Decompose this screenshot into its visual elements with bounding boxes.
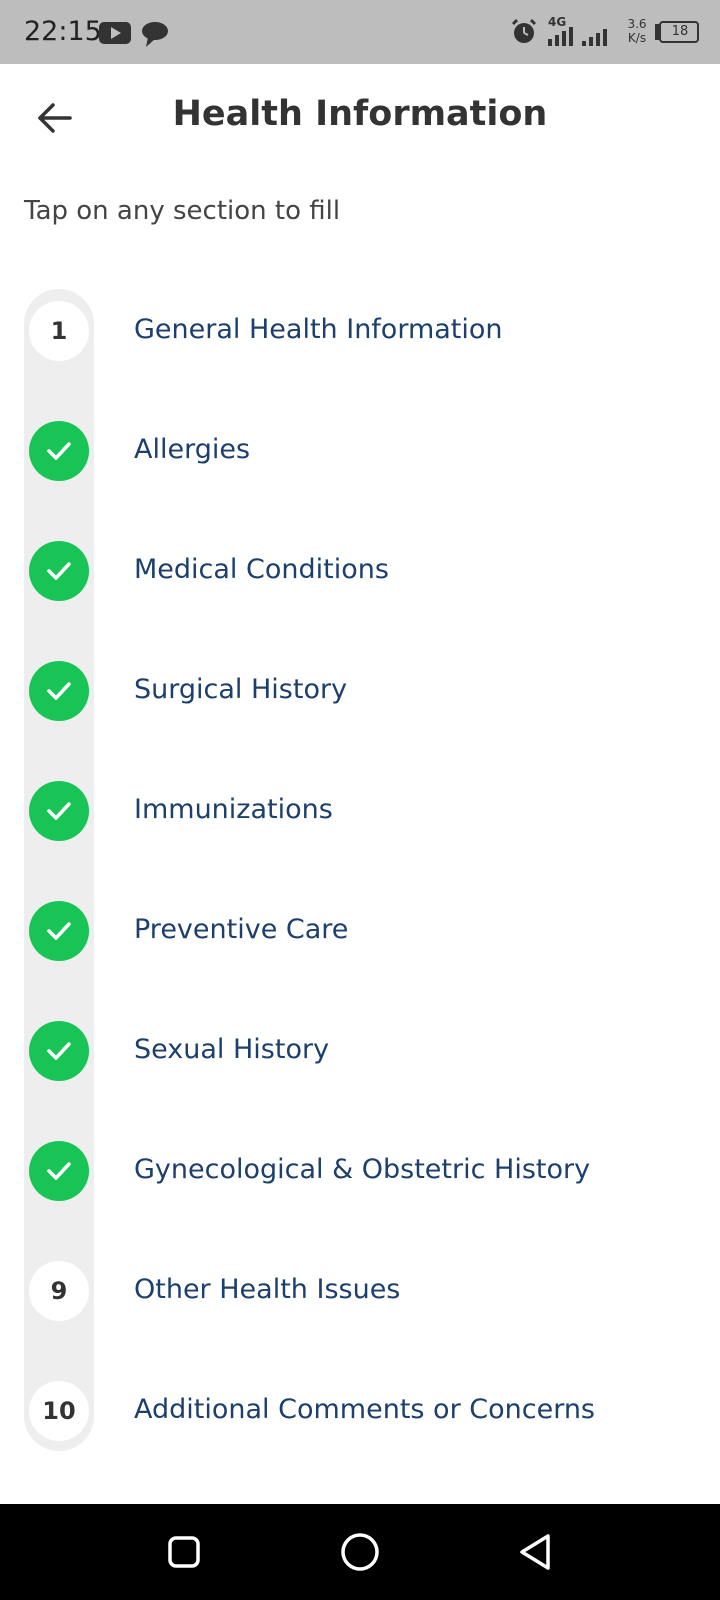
checkmark-icon — [47, 682, 71, 700]
completed-check-marker — [29, 541, 89, 601]
status-bar: 22:15 4G 3.6 K/s 18 — [0, 0, 720, 64]
completed-check-marker — [29, 901, 89, 961]
checkmark-icon — [47, 1162, 71, 1180]
home-circle-icon[interactable] — [338, 1530, 382, 1574]
section-label: Sexual History — [134, 1034, 330, 1065]
section-item-medical-conditions[interactable]: Medical Conditions — [0, 516, 720, 626]
step-number: 10 — [42, 1397, 76, 1425]
network-speed-value: 3.6 — [627, 17, 647, 31]
system-nav-bar — [0, 1504, 720, 1600]
section-item-additional-comments-or-concerns[interactable]: 10 Additional Comments or Concerns — [0, 1356, 720, 1466]
completed-check-marker — [29, 1021, 89, 1081]
checkmark-icon — [47, 1042, 71, 1060]
section-item-immunizations[interactable]: Immunizations — [0, 756, 720, 866]
section-item-general-health-information[interactable]: 1 General Health Information — [0, 276, 720, 386]
step-number-marker: 10 — [29, 1381, 89, 1441]
section-label: Immunizations — [134, 794, 333, 825]
checkmark-icon — [47, 802, 71, 820]
recents-square-icon[interactable] — [162, 1530, 206, 1574]
battery-level: 18 — [671, 24, 689, 39]
signal-icon — [548, 27, 607, 46]
page-title: Health Information — [172, 94, 548, 134]
completed-check-marker — [29, 421, 89, 481]
youtube-icon — [99, 22, 131, 44]
section-item-allergies[interactable]: Allergies — [0, 396, 720, 506]
section-label: Other Health Issues — [134, 1274, 401, 1305]
status-time: 22:15 — [24, 16, 102, 47]
section-label: Medical Conditions — [134, 554, 389, 585]
step-number-marker: 9 — [29, 1261, 89, 1321]
checkmark-icon — [47, 442, 71, 460]
section-item-other-health-issues[interactable]: 9 Other Health Issues — [0, 1236, 720, 1346]
section-label: Additional Comments or Concerns — [134, 1394, 596, 1425]
completed-check-marker — [29, 661, 89, 721]
back-triangle-icon[interactable] — [514, 1530, 558, 1574]
checkmark-icon — [47, 922, 71, 940]
app-header: Health Information — [0, 64, 720, 174]
arrow-left-icon — [38, 103, 72, 133]
completed-check-marker — [29, 1141, 89, 1201]
section-label: General Health Information — [134, 314, 503, 345]
completed-check-marker — [29, 781, 89, 841]
section-label: Surgical History — [134, 674, 348, 705]
step-number: 1 — [50, 317, 68, 345]
instruction-text: Tap on any section to fill — [24, 196, 341, 226]
section-label: Gynecological & Obstetric History — [134, 1154, 591, 1185]
back-button[interactable] — [26, 90, 82, 146]
section-item-preventive-care[interactable]: Preventive Care — [0, 876, 720, 986]
section-item-surgical-history[interactable]: Surgical History — [0, 636, 720, 746]
alarm-icon — [511, 18, 537, 43]
section-item-sexual-history[interactable]: Sexual History — [0, 996, 720, 1106]
section-label: Preventive Care — [134, 914, 349, 945]
chat-icon — [142, 22, 168, 47]
step-number: 9 — [50, 1277, 68, 1305]
network-speed-unit: K/s — [627, 31, 647, 45]
section-label: Allergies — [134, 434, 251, 465]
checkmark-icon — [47, 562, 71, 580]
step-number-marker: 1 — [29, 301, 89, 361]
section-item-gynecological-and-obstetric-history[interactable]: Gynecological & Obstetric History — [0, 1116, 720, 1226]
